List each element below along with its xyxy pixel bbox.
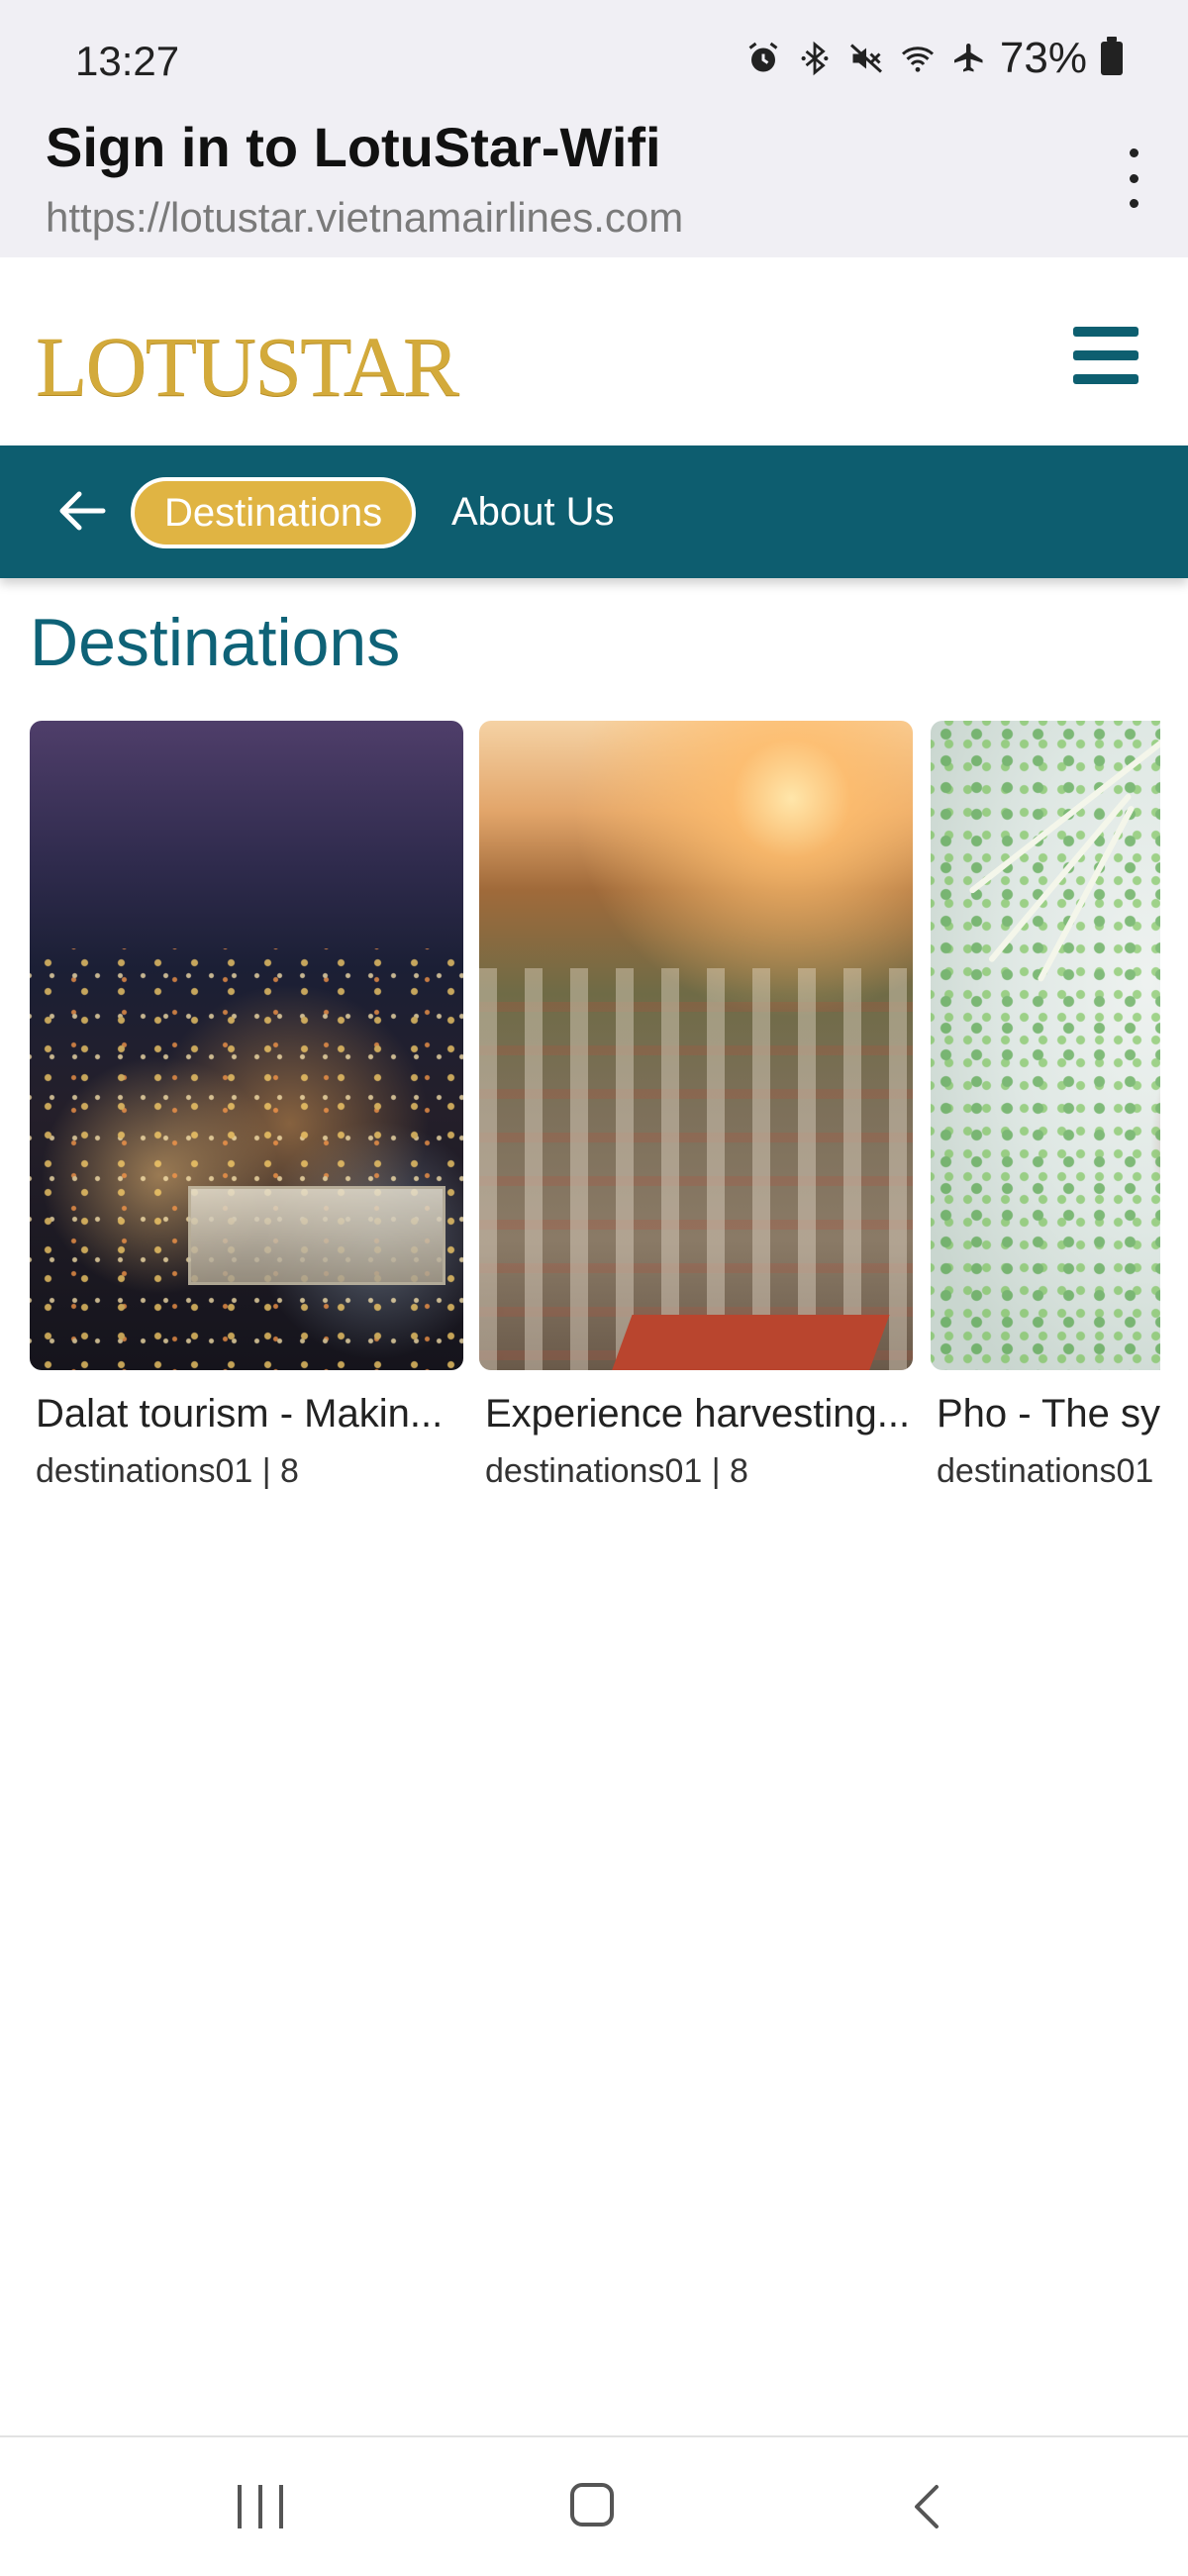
captive-portal-url: https://lotustar.vietnamairlines.com xyxy=(46,194,684,241)
system-nav-bar xyxy=(0,2435,1188,2576)
battery-icon xyxy=(1101,37,1123,75)
card-image-town-sunrise[interactable] xyxy=(479,721,913,1370)
back-arrow-icon[interactable] xyxy=(53,481,109,541)
card-meta: destinations01 xyxy=(937,1452,1154,1490)
status-time: 13:27 xyxy=(75,38,180,84)
wifi-icon xyxy=(897,38,939,79)
captive-portal-title: Sign in to LotuStar-Wifi xyxy=(46,116,661,178)
card-image-dalat-night[interactable] xyxy=(30,721,463,1370)
tab-about-us[interactable]: About Us xyxy=(451,485,615,539)
card-image-pho[interactable] xyxy=(931,721,1160,1370)
category-nav: Destinations About Us xyxy=(0,446,1188,578)
menu-icon[interactable] xyxy=(1073,327,1138,384)
card-meta: destinations01 | 8 xyxy=(485,1452,748,1490)
more-options-icon[interactable] xyxy=(1119,149,1148,208)
card-title[interactable]: Dalat tourism - Makin... xyxy=(36,1392,461,1437)
card-meta: destinations01 | 8 xyxy=(36,1452,299,1490)
battery-percent: 73% xyxy=(999,34,1087,82)
destination-carousel[interactable]: Dalat tourism - Makin... destinations01 … xyxy=(30,721,1160,1533)
site-header: LOTUSTAR xyxy=(0,257,1188,446)
card-title[interactable]: Experience harvesting... xyxy=(485,1392,911,1437)
destination-card[interactable]: Pho - The sy destinations01 xyxy=(931,721,1160,1491)
bluetooth-icon xyxy=(794,38,836,79)
alarm-icon xyxy=(742,38,784,79)
card-title[interactable]: Pho - The sy xyxy=(937,1392,1160,1437)
system-back-icon[interactable] xyxy=(907,2483,946,2530)
tab-destinations[interactable]: Destinations xyxy=(131,477,417,548)
captive-portal-bar: 13:27 73% Sign in to LotuStar-Wifi https… xyxy=(0,0,1188,257)
home-icon[interactable] xyxy=(570,2483,614,2526)
destination-card[interactable]: Experience harvesting... destinations01 … xyxy=(479,721,913,1491)
lotustar-logo[interactable]: LOTUSTAR xyxy=(36,317,459,416)
airplane-icon xyxy=(948,38,990,79)
recents-icon[interactable] xyxy=(238,2485,283,2528)
destination-card[interactable]: Dalat tourism - Makin... destinations01 … xyxy=(30,721,463,1491)
page-title: Destinations xyxy=(30,605,401,680)
status-icons: 73% xyxy=(742,34,1123,83)
mute-icon xyxy=(845,38,887,79)
